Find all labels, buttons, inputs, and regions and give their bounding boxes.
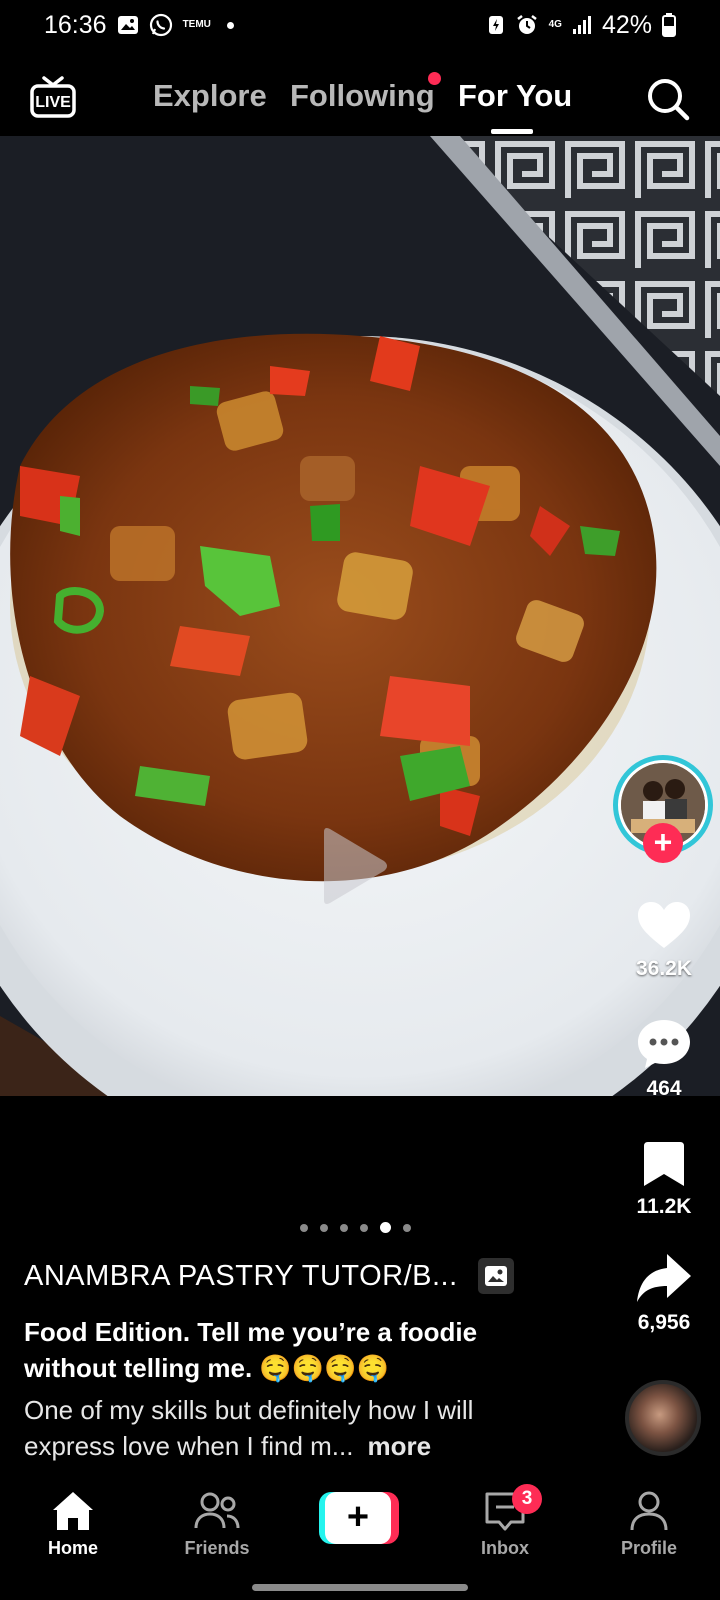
more-link[interactable]: more [367, 1431, 431, 1461]
carousel-dot [340, 1223, 348, 1232]
profile-icon [630, 1491, 668, 1531]
friends-icon [194, 1492, 240, 1529]
carousel-dot-active [380, 1222, 391, 1233]
photo-mode-icon [477, 1258, 514, 1294]
inbox-badge: 3 [512, 1484, 542, 1514]
bookmark-icon [644, 1142, 684, 1186]
network-type: 4G [548, 19, 562, 30]
comment-button[interactable]: 464 [620, 1018, 708, 1101]
home-indicator [252, 1584, 468, 1591]
carousel-indicator [300, 1222, 411, 1233]
search-icon[interactable] [645, 76, 691, 122]
status-right: 4G 42% [487, 11, 676, 40]
nav-inbox[interactable]: 3 Inbox [450, 1484, 560, 1559]
nav-friends[interactable]: Friends [162, 1490, 272, 1559]
comment-icon [638, 1020, 690, 1068]
active-tab-indicator [491, 129, 533, 134]
heart-icon [638, 902, 690, 948]
save-button[interactable]: 11.2K [620, 1140, 708, 1219]
following-notification-dot [428, 72, 441, 85]
battery-saver-icon [487, 14, 505, 36]
share-count: 6,956 [637, 1311, 691, 1334]
battery-icon [662, 13, 676, 37]
food-photo [0, 136, 720, 1096]
share-button[interactable]: 6,956 [620, 1252, 708, 1335]
nav-home[interactable]: Home [18, 1490, 128, 1559]
like-button[interactable]: 36.2K [620, 900, 708, 981]
whatsapp-icon [149, 13, 173, 37]
top-nav: LIVE Explore Following For You [0, 60, 720, 136]
carousel-dot [320, 1223, 328, 1232]
nav-inbox-label: Inbox [481, 1538, 529, 1558]
save-count: 11.2K [636, 1195, 692, 1218]
nav-profile[interactable]: Profile [594, 1490, 704, 1559]
alarm-icon [515, 13, 539, 37]
author-row: ANAMBRA PASTRY TUTOR/B... [24, 1258, 514, 1294]
live-icon[interactable]: LIVE [28, 72, 78, 122]
comment-count: 464 [646, 1077, 682, 1100]
status-time: 16:36 [44, 10, 107, 39]
nav-home-label: Home [47, 1538, 98, 1558]
plus-icon: + [325, 1492, 391, 1544]
tab-following[interactable]: Following [290, 78, 435, 114]
author-name[interactable]: ANAMBRA PASTRY TUTOR/B... [24, 1260, 458, 1293]
music-disc-icon[interactable] [625, 1380, 701, 1456]
live-label: LIVE [35, 94, 71, 111]
status-bar: 16:36 TEMU 4G 42% [0, 0, 720, 50]
bottom-nav: Home Friends + 3 Inbox Profile [0, 1478, 720, 1600]
nav-friends-label: Friends [184, 1538, 250, 1558]
nav-profile-label: Profile [620, 1538, 677, 1558]
battery-percent: 42% [601, 10, 652, 39]
gallery-icon [117, 14, 139, 36]
post-title: Food Edition. Tell me you’re a foodie wi… [24, 1317, 478, 1383]
tab-for-you[interactable]: For You [458, 78, 572, 114]
temu-icon: TEMU [182, 19, 211, 30]
share-arrow-icon [637, 1254, 691, 1302]
home-icon [53, 1492, 93, 1530]
create-button[interactable]: + [319, 1492, 399, 1544]
carousel-dot [403, 1223, 411, 1232]
carousel-dot [300, 1223, 308, 1232]
tab-explore[interactable]: Explore [153, 78, 267, 114]
like-count: 36.2K [635, 957, 693, 980]
post-description[interactable]: One of my skills but definitely how I wi… [24, 1392, 544, 1464]
status-left: 16:36 TEMU [44, 11, 234, 40]
more-notifications-dot [226, 21, 234, 29]
play-icon[interactable] [318, 826, 390, 906]
signal-icon [572, 15, 592, 35]
carousel-dot [360, 1223, 368, 1232]
video-player[interactable] [0, 136, 720, 1096]
